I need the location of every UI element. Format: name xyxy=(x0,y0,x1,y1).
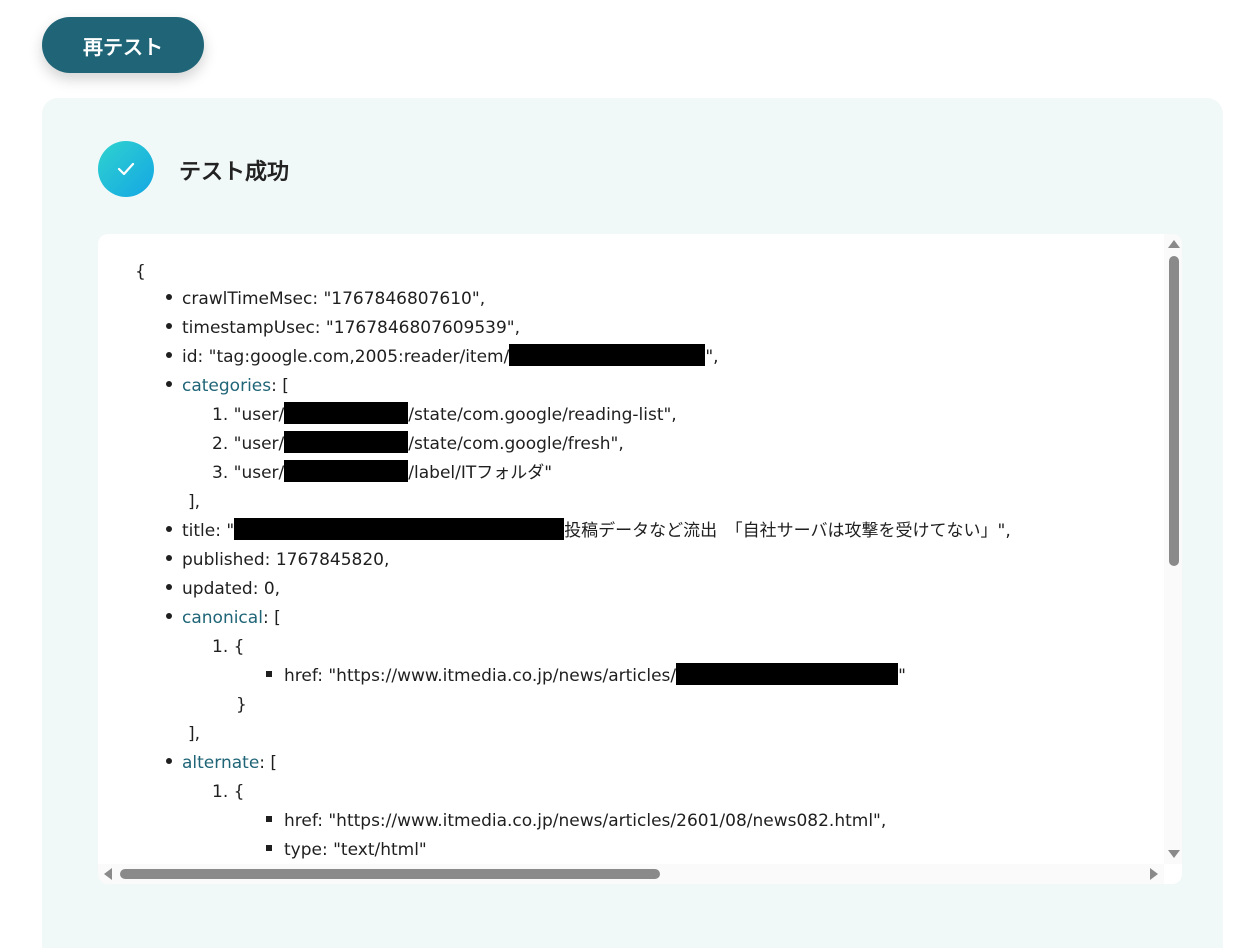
test-status-text: テスト成功 xyxy=(179,160,290,185)
redaction-block xyxy=(284,402,409,424)
retest-button[interactable]: 再テスト xyxy=(42,17,204,73)
categories-toggle[interactable]: categories xyxy=(182,376,271,396)
category-item: 2. "user//state/com.google/fresh", xyxy=(212,431,624,455)
list-item: timestampUsec: "1767846807609539", xyxy=(166,317,520,339)
bullet-icon xyxy=(166,584,172,590)
bullet-icon xyxy=(166,526,172,532)
alternate-toggle[interactable]: alternate xyxy=(182,753,259,773)
redaction-block xyxy=(509,344,706,366)
redaction-block xyxy=(284,431,409,453)
category-item: 3. "user//label/ITフォルダ" xyxy=(212,460,552,484)
square-bullet-icon xyxy=(266,816,272,822)
category-item: 1. "user//state/com.google/reading-list"… xyxy=(212,402,677,426)
list-item: categories: [ xyxy=(166,375,289,397)
list-item: updated: 0, xyxy=(166,578,280,600)
alternate-href: href: "https://www.itmedia.co.jp/news/ar… xyxy=(266,810,886,832)
canonical-href: href: "https://www.itmedia.co.jp/news/ar… xyxy=(266,663,906,687)
list-item: id: "tag:google.com,2005:reader/item/", xyxy=(166,344,719,368)
categories-close: ], xyxy=(188,492,201,512)
bullet-icon xyxy=(166,352,172,358)
square-bullet-icon xyxy=(266,845,272,851)
vertical-scrollbar[interactable] xyxy=(1164,234,1182,864)
canonical-close: ], xyxy=(188,724,201,744)
scroll-left-icon[interactable] xyxy=(104,868,112,880)
list-item: published: 1767845820, xyxy=(166,549,389,571)
canonical-item-close: } xyxy=(236,695,247,715)
alternate-item-open: 1. { xyxy=(212,782,245,802)
canonical-item-open: 1. { xyxy=(212,637,245,657)
redaction-block xyxy=(676,663,899,685)
output-viewer[interactable]: { crawlTimeMsec: "1767846807610", timest… xyxy=(98,234,1182,884)
redaction-block xyxy=(284,460,409,482)
list-item: crawlTimeMsec: "1767846807610", xyxy=(166,288,485,310)
horizontal-scroll-thumb[interactable] xyxy=(120,869,660,879)
bullet-icon xyxy=(166,613,172,619)
open-brace: { xyxy=(135,262,146,282)
alternate-type: type: "text/html" xyxy=(266,839,427,861)
square-bullet-icon xyxy=(266,671,272,677)
list-item: alternate: [ xyxy=(166,752,277,774)
bullet-icon xyxy=(166,323,172,329)
bullet-icon xyxy=(166,381,172,387)
vertical-scroll-thumb[interactable] xyxy=(1169,256,1179,566)
horizontal-scrollbar[interactable] xyxy=(98,864,1164,884)
redaction-block xyxy=(234,518,565,540)
canonical-toggle[interactable]: canonical xyxy=(182,608,263,628)
bullet-icon xyxy=(166,294,172,300)
check-icon xyxy=(98,141,154,197)
test-result-panel: テスト成功 { crawlTimeMsec: "1767846807610", … xyxy=(42,98,1223,948)
scroll-right-icon[interactable] xyxy=(1150,868,1158,880)
list-item: canonical: [ xyxy=(166,607,281,629)
scroll-up-icon[interactable] xyxy=(1168,240,1180,248)
list-item: title: " 投稿データなど流出 「自社サーバは攻撃を受けてない」", xyxy=(166,518,1011,542)
scroll-down-icon[interactable] xyxy=(1168,850,1180,858)
bullet-icon xyxy=(166,555,172,561)
json-output: { crawlTimeMsec: "1767846807610", timest… xyxy=(98,234,1148,864)
bullet-icon xyxy=(166,758,172,764)
